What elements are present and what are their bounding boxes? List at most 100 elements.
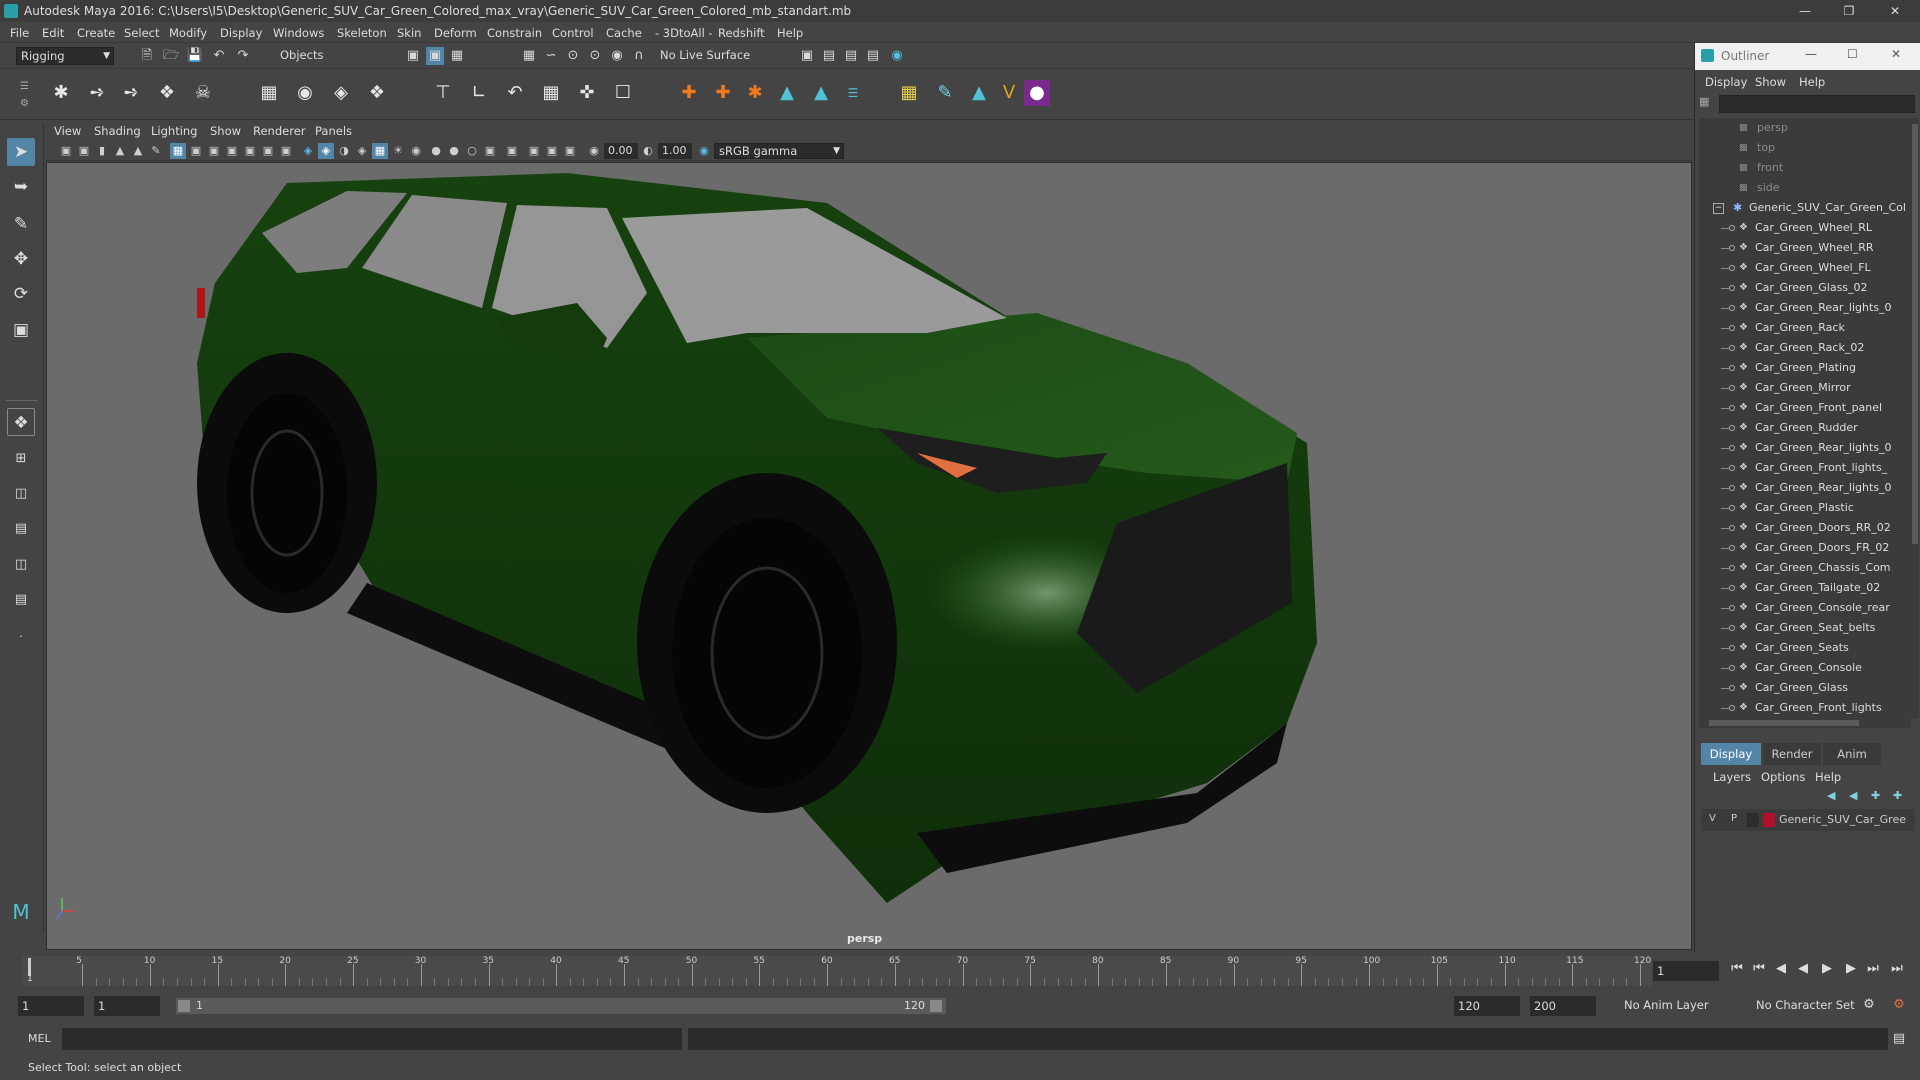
snap-curve-icon[interactable]: ∽ [542,47,560,65]
vray-icon[interactable]: V [996,80,1022,106]
bind-skin-icon[interactable]: ❖ [154,80,180,106]
range-bar[interactable] [176,998,946,1014]
menu-constrain[interactable]: Constrain [487,26,542,40]
outliner-item[interactable]: ❖ Car_Green_Console [1699,658,1911,678]
menu-redshift[interactable]: Redshift [718,26,765,40]
layout-graph-icon[interactable]: ▤ [7,586,35,614]
ik-joint-icon[interactable]: ✱ [742,80,768,106]
outliner-item[interactable]: ❖ Car_Green_Doors_FR_02 [1699,538,1911,558]
ipr-render-icon[interactable]: ▤ [842,47,860,65]
layer-type-toggle[interactable] [1747,813,1759,827]
outliner-vscroll-thumb[interactable] [1912,124,1918,544]
menu-file[interactable]: File [10,26,29,40]
safe-action-icon[interactable]: ▣ [260,143,276,159]
select-hierarchy-icon[interactable]: ▣ [404,47,422,65]
outliner-item[interactable]: ❖ Car_Green_Glass [1699,678,1911,698]
range-end-handle[interactable] [930,1000,942,1012]
toolbox-more-icon[interactable]: · [7,623,35,651]
range-start-handle[interactable] [178,1000,190,1012]
cluster-icon[interactable]: ◉ [292,80,318,106]
mirror-joint-icon[interactable]: ☠ [190,80,216,106]
time-slider[interactable]: 1 5 10 15 20 25 30 35 40 45 50 55 60 65 70 75 80 85 90 95 1… [0,952,1920,988]
outliner-camera-side[interactable]: ▩ side [1699,178,1911,198]
menuset-dropdown[interactable]: Rigging ▼ [16,47,114,65]
outliner-hscrollbar[interactable] [1699,718,1911,728]
panel-menu-view[interactable]: View [54,124,81,138]
outliner-item[interactable]: ❖ Car_Green_Plastic [1699,498,1911,518]
constraint-parent-icon[interactable]: ✜ [574,80,600,106]
panel-menu-shading[interactable]: Shading [94,124,141,138]
joint-tool-icon[interactable]: ✱ [48,80,74,106]
wrap-icon[interactable]: ◈ [328,80,354,106]
paint-weights-icon[interactable]: ✎ [932,80,958,106]
xray-components-icon[interactable]: ▣ [562,143,578,159]
layout-two-side-icon[interactable]: ◫ [7,480,35,508]
layer-color-swatch[interactable] [1763,813,1775,827]
safe-title-icon[interactable]: ▣ [278,143,294,159]
xray-joints-icon[interactable]: ▣ [544,143,560,159]
panel-menu-panels[interactable]: Panels [315,124,352,138]
textured-icon[interactable]: ▦ [372,143,388,159]
outliner-item[interactable]: ❖ Car_Green_Rear_lights_0 [1699,298,1911,318]
menu-control[interactable]: Control [552,26,594,40]
save-scene-icon[interactable]: 💾 [186,47,204,65]
motion-blur-icon[interactable]: ● [446,143,462,159]
menu-windows[interactable]: Windows [273,26,324,40]
resolution-gate-icon[interactable]: ▣ [206,143,222,159]
select-tool-icon[interactable]: ➤ [7,138,35,166]
ik-spline-icon[interactable]: ➺ [118,80,144,106]
command-input[interactable] [62,1028,682,1050]
outliner-item[interactable]: ❖ Car_Green_Doors_RR_02 [1699,518,1911,538]
minimize-button[interactable]: — [1790,2,1820,20]
layout-outliner-icon[interactable]: ◫ [7,551,35,579]
color-space-dropdown[interactable]: sRGB gamma ▼ [714,143,844,159]
outliner-search-input[interactable] [1719,95,1915,113]
camera-select-icon[interactable]: ▣ [58,143,74,159]
render-view-icon[interactable]: ▣ [798,47,816,65]
isolate-select-icon[interactable]: ▣ [504,143,520,159]
outliner-group-row[interactable]: − ✱ Generic_SUV_Car_Green_Col [1699,198,1911,218]
ik-handle-icon[interactable]: ➺ [84,80,110,106]
color-management-icon[interactable]: ◉ [696,143,712,159]
rotate-tool-icon[interactable]: ⟳ [7,280,35,308]
play-backward-icon[interactable]: ◀ [1794,960,1812,978]
menu-modify[interactable]: Modify [169,26,207,40]
menu-skeleton[interactable]: Skeleton [337,26,387,40]
outliner-vscrollbar[interactable] [1911,118,1919,718]
script-editor-icon[interactable]: ▤ [1890,1030,1908,1048]
outliner-item[interactable]: ❖ Car_Green_Front_lights [1699,698,1911,718]
outliner-item[interactable]: ❖ Car_Green_Seat_belts [1699,618,1911,638]
step-forward-frame-icon[interactable]: ▶ [1842,960,1860,978]
constraint-orient-icon[interactable]: ↶ [502,80,528,106]
perspective-viewport[interactable]: persp [46,162,1692,950]
menu-edit[interactable]: Edit [42,26,64,40]
outliner-item[interactable]: ❖ Car_Green_Rear_lights_0 [1699,478,1911,498]
current-frame-field[interactable]: 1 [1653,961,1719,981]
camera-attr-icon[interactable]: ▣ [76,143,92,159]
step-forward-key-icon[interactable]: ⏭ [1864,960,1882,978]
outliner-item[interactable]: ❖ Car_Green_Front_panel [1699,398,1911,418]
gamma-field[interactable]: 1.00 [658,143,692,159]
shader-ball-icon[interactable]: ● [1024,80,1050,106]
default-material-icon[interactable]: ◑ [336,143,352,159]
outliner-item[interactable]: ❖ Car_Green_Rack [1699,318,1911,338]
outliner-item[interactable]: ❖ Car_Green_Mirror [1699,378,1911,398]
constraint-aim-icon[interactable]: ∟ [466,80,492,106]
outliner-menu-display[interactable]: Display [1705,75,1747,89]
layout-two-stack-icon[interactable]: ▤ [7,515,35,543]
menu-deform[interactable]: Deform [434,26,477,40]
constraint-pole-icon[interactable]: ☐ [610,80,636,106]
field-chart-icon[interactable]: ▣ [242,143,258,159]
constraint-point-icon[interactable]: ⊤ [430,80,456,106]
new-scene-icon[interactable]: 🗎 [138,47,156,65]
snap-grid-icon[interactable]: ▦ [520,47,538,65]
time-ruler[interactable] [22,956,1652,986]
tab-anim[interactable]: Anim [1823,743,1881,765]
lattice-icon[interactable]: ▦ [256,80,282,106]
lasso-tool-icon[interactable]: ➥ [7,173,35,201]
step-back-key-icon[interactable]: ⏮ [1750,960,1768,978]
gamma-icon[interactable]: ◐ [640,143,656,159]
ambient-occlusion-icon[interactable]: ● [428,143,444,159]
gate-mask-icon[interactable]: ▣ [224,143,240,159]
scale-tool-icon[interactable]: ▣ [7,316,35,344]
